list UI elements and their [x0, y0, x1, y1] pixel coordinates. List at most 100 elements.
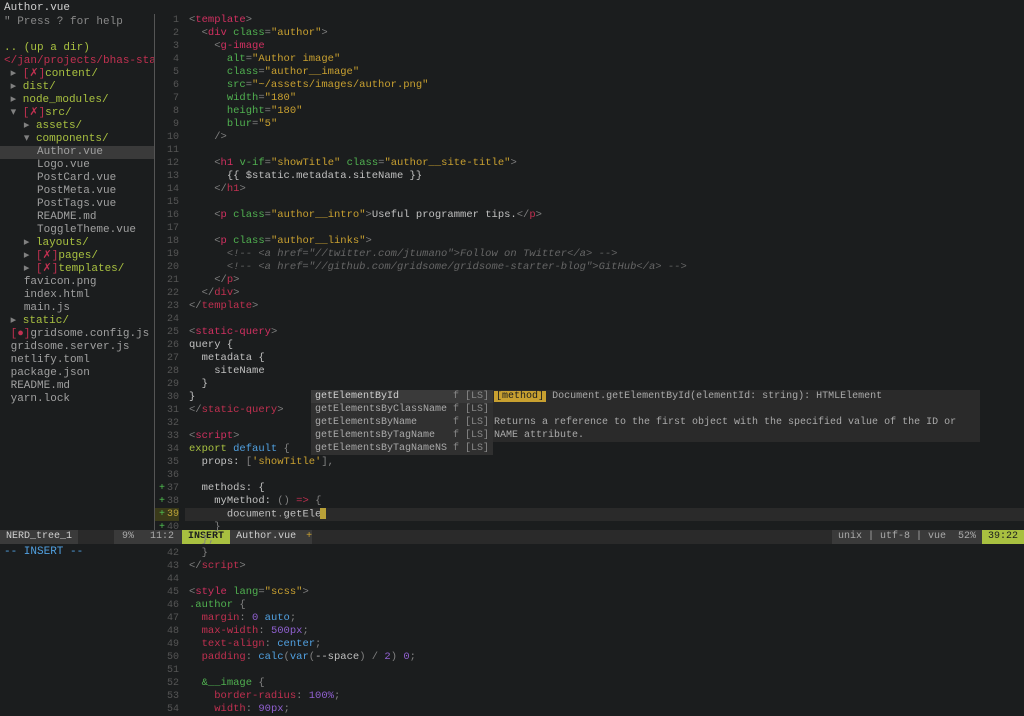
- code-line[interactable]: blur="5": [185, 118, 1024, 131]
- code-line[interactable]: alt="Author image": [185, 53, 1024, 66]
- tree-item[interactable]: gridsome.server.js: [0, 341, 154, 354]
- code-line[interactable]: [185, 469, 1024, 482]
- line-number: 3: [155, 40, 179, 53]
- tree-item[interactable]: ToggleTheme.vue: [0, 224, 154, 237]
- code-line[interactable]: <style lang="scss">: [185, 586, 1024, 599]
- tree-item[interactable]: Author.vue: [0, 146, 154, 159]
- code-line[interactable]: <p class="author__intro">Useful programm…: [185, 209, 1024, 222]
- code-line[interactable]: src="~/assets/images/author.png": [185, 79, 1024, 92]
- line-number: 30: [155, 391, 179, 404]
- tree-item[interactable]: main.js: [0, 302, 154, 315]
- code-line[interactable]: methods: {: [185, 482, 1024, 495]
- code-line[interactable]: query {: [185, 339, 1024, 352]
- tree-item[interactable]: ▸ assets/: [0, 120, 154, 133]
- tree-item[interactable]: PostMeta.vue: [0, 185, 154, 198]
- code-line[interactable]: class="author__image": [185, 66, 1024, 79]
- tree-item[interactable]: ▸ node_modules/: [0, 94, 154, 107]
- code-line[interactable]: [185, 313, 1024, 326]
- code-line[interactable]: width: 90px;: [185, 703, 1024, 716]
- tree-item[interactable]: ▸ static/: [0, 315, 154, 328]
- code-line[interactable]: [185, 144, 1024, 157]
- tree-item[interactable]: ▸ [✗]templates/: [0, 263, 154, 276]
- code-line[interactable]: text-align: center;: [185, 638, 1024, 651]
- tree-item[interactable]: ▾ components/: [0, 133, 154, 146]
- tree-item[interactable]: ▸ layouts/: [0, 237, 154, 250]
- tree-item[interactable]: ▾ [✗]src/: [0, 107, 154, 120]
- code-line[interactable]: };: [185, 534, 1024, 547]
- main-area: " Press ? for help .. (up a dir) </jan/p…: [0, 14, 1024, 530]
- autocomplete-item[interactable]: getElementsByTagNameNS f [LS]: [311, 442, 493, 455]
- tree-item[interactable]: netlify.toml: [0, 354, 154, 367]
- code-line[interactable]: max-width: 500px;: [185, 625, 1024, 638]
- code-line[interactable]: [185, 222, 1024, 235]
- line-number: +37: [155, 482, 179, 495]
- nerdtree-sidebar[interactable]: " Press ? for help .. (up a dir) </jan/p…: [0, 14, 155, 530]
- code-line[interactable]: props: ['showTitle'],: [185, 456, 1024, 469]
- tree-help-hint: " Press ? for help: [0, 16, 154, 29]
- code-line[interactable]: width="180": [185, 92, 1024, 105]
- line-number: 46: [155, 599, 179, 612]
- code-line[interactable]: margin: 0 auto;: [185, 612, 1024, 625]
- line-number: 24: [155, 313, 179, 326]
- code-editor[interactable]: <template> <div class="author"> <g-image…: [185, 14, 1024, 530]
- code-line[interactable]: }: [185, 521, 1024, 534]
- line-number: 17: [155, 222, 179, 235]
- tree-item[interactable]: [●]gridsome.config.js: [0, 328, 154, 341]
- autocomplete-item[interactable]: getElementsByTagName f [LS]: [311, 429, 493, 442]
- tree-root-path[interactable]: </jan/projects/bhas-static/: [0, 55, 154, 68]
- code-line[interactable]: </script>: [185, 560, 1024, 573]
- autocomplete-item[interactable]: getElementsByName f [LS]: [311, 416, 493, 429]
- tree-item[interactable]: ▸ dist/: [0, 81, 154, 94]
- tree-item[interactable]: PostTags.vue: [0, 198, 154, 211]
- autocomplete-item[interactable]: getElementById f [LS]: [311, 390, 493, 403]
- tree-item[interactable]: Logo.vue: [0, 159, 154, 172]
- line-number: 10: [155, 131, 179, 144]
- tree-up-dir[interactable]: .. (up a dir): [0, 42, 154, 55]
- code-line[interactable]: />: [185, 131, 1024, 144]
- code-line[interactable]: document.getEle: [185, 508, 1024, 521]
- tree-item[interactable]: README.md: [0, 380, 154, 393]
- autocomplete-item[interactable]: getElementsByClassName f [LS]: [311, 403, 493, 416]
- code-line[interactable]: siteName: [185, 365, 1024, 378]
- code-line[interactable]: <template>: [185, 14, 1024, 27]
- code-line[interactable]: <static-query>: [185, 326, 1024, 339]
- code-line[interactable]: </p>: [185, 274, 1024, 287]
- line-number: 23: [155, 300, 179, 313]
- tree-item[interactable]: favicon.png: [0, 276, 154, 289]
- autocomplete-popup[interactable]: getElementById f [LS]getElementsByClassN…: [311, 390, 493, 455]
- code-line[interactable]: <p class="author__links">: [185, 235, 1024, 248]
- code-line[interactable]: &__image {: [185, 677, 1024, 690]
- code-line[interactable]: }: [185, 547, 1024, 560]
- line-number: 11: [155, 144, 179, 157]
- code-line[interactable]: <h1 v-if="showTitle" class="author__site…: [185, 157, 1024, 170]
- tree-item[interactable]: package.json: [0, 367, 154, 380]
- tree-item[interactable]: index.html: [0, 289, 154, 302]
- tree-item[interactable]: ▸ [✗]content/: [0, 68, 154, 81]
- tree-item[interactable]: README.md: [0, 211, 154, 224]
- code-line[interactable]: <g-image: [185, 40, 1024, 53]
- code-line[interactable]: <!-- <a href="//twitter.com/jtumano">Fol…: [185, 248, 1024, 261]
- code-line[interactable]: {{ $static.metadata.siteName }}: [185, 170, 1024, 183]
- code-line[interactable]: <div class="author">: [185, 27, 1024, 40]
- code-line[interactable]: </template>: [185, 300, 1024, 313]
- line-number: 35: [155, 456, 179, 469]
- code-line[interactable]: myMethod: () => {: [185, 495, 1024, 508]
- line-number: 9: [155, 118, 179, 131]
- code-line[interactable]: metadata {: [185, 352, 1024, 365]
- code-line[interactable]: <!-- <a href="//github.com/gridsome/grid…: [185, 261, 1024, 274]
- line-number: 33: [155, 430, 179, 443]
- line-number: 5: [155, 66, 179, 79]
- code-line[interactable]: .author {: [185, 599, 1024, 612]
- code-line[interactable]: [185, 196, 1024, 209]
- tree-item[interactable]: PostCard.vue: [0, 172, 154, 185]
- code-line[interactable]: </h1>: [185, 183, 1024, 196]
- code-line[interactable]: padding: calc(var(--space) / 2) 0;: [185, 651, 1024, 664]
- code-line[interactable]: border-radius: 100%;: [185, 690, 1024, 703]
- tree-item[interactable]: yarn.lock: [0, 393, 154, 406]
- code-line[interactable]: [185, 664, 1024, 677]
- code-line[interactable]: height="180": [185, 105, 1024, 118]
- code-line[interactable]: [185, 573, 1024, 586]
- tree-item[interactable]: ▸ [✗]pages/: [0, 250, 154, 263]
- code-line[interactable]: </div>: [185, 287, 1024, 300]
- line-number: 22: [155, 287, 179, 300]
